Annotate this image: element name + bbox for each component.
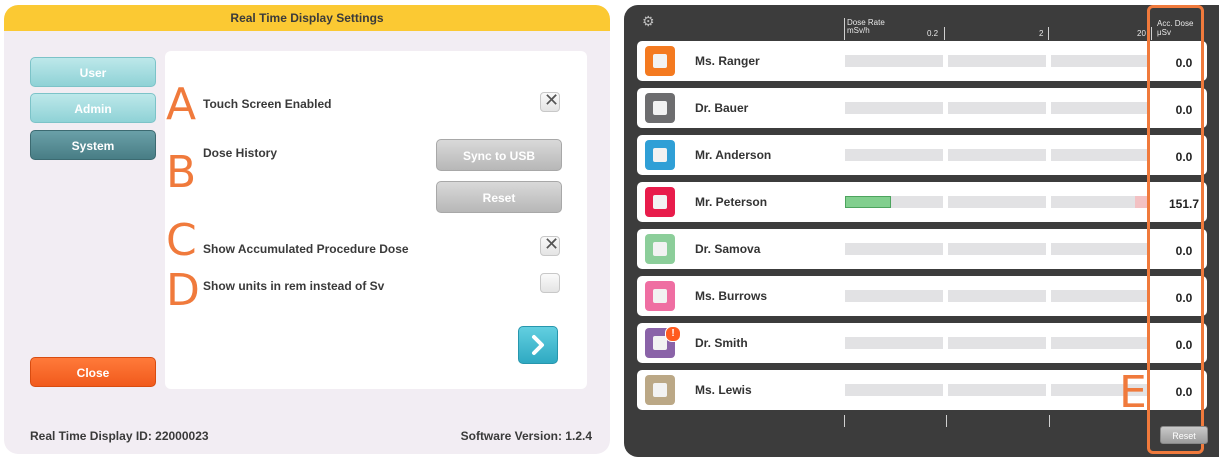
tick-label-20: 20 xyxy=(1137,29,1146,38)
person-color-swatch[interactable] xyxy=(645,93,675,123)
chevron-right-icon xyxy=(532,335,544,355)
alert-badge-icon: ! xyxy=(665,326,681,342)
touch-screen-checkbox[interactable]: ✕ xyxy=(540,90,560,112)
dose-rate-track xyxy=(948,102,1046,114)
dose-rate-bar xyxy=(845,196,891,208)
display-id-text: Real Time Display ID: 22000023 xyxy=(30,429,209,443)
person-color-swatch[interactable] xyxy=(645,375,675,405)
person-name: Mr. Peterson xyxy=(695,195,768,209)
person-row[interactable]: Dr. Samova 0.0 xyxy=(637,229,1207,269)
annotation-letter-e: E xyxy=(1119,367,1147,418)
person-color-swatch[interactable] xyxy=(645,140,675,170)
tick-label-2: 2 xyxy=(1039,29,1044,38)
close-button[interactable]: Close xyxy=(30,357,156,387)
person-color-swatch[interactable] xyxy=(645,281,675,311)
dose-rate-track xyxy=(1051,243,1149,255)
next-button[interactable] xyxy=(518,326,558,364)
person-row[interactable]: Dr. Bauer 0.0 xyxy=(637,88,1207,128)
person-row[interactable]: Mr. Peterson 151.7 xyxy=(637,182,1207,222)
dose-rate-track xyxy=(948,196,1046,208)
show-accumulated-checkbox[interactable]: ✕ xyxy=(540,234,560,256)
dose-rate-track xyxy=(948,149,1046,161)
dose-rate-track xyxy=(1051,290,1149,302)
gear-icon[interactable]: ⚙ xyxy=(642,14,655,28)
dose-rate-track xyxy=(845,384,943,396)
person-row[interactable]: Ms. Ranger 0.0 xyxy=(637,41,1207,81)
person-name: Ms. Ranger xyxy=(695,54,760,68)
dose-rate-track xyxy=(845,290,943,302)
dose-rate-track xyxy=(948,243,1046,255)
dose-history-label: Dose History xyxy=(203,146,278,160)
dose-rate-track xyxy=(948,55,1046,67)
acc-dose-highlight xyxy=(1147,5,1204,454)
sync-to-usb-button[interactable]: Sync to USB xyxy=(436,139,562,171)
reset-dose-button[interactable]: Reset xyxy=(1160,426,1208,444)
person-color-swatch[interactable] xyxy=(645,46,675,76)
person-row[interactable]: Ms. Burrows 0.0 xyxy=(637,276,1207,316)
dose-rate-track xyxy=(948,337,1046,349)
show-units-checkbox[interactable] xyxy=(540,273,560,293)
person-name: Mr. Anderson xyxy=(695,148,772,162)
person-row[interactable]: Mr. Anderson 0.0 xyxy=(637,135,1207,175)
software-version-text: Software Version: 1.2.4 xyxy=(460,429,592,443)
check-x-icon: ✕ xyxy=(544,234,560,254)
annotation-letter-d: D xyxy=(166,265,200,316)
settings-title: Real Time Display Settings xyxy=(4,5,610,31)
show-units-label: Show units in rem instead of Sv xyxy=(203,279,385,293)
settings-panel: Real Time Display Settings User Admin Sy… xyxy=(4,5,610,454)
dose-rate-track xyxy=(1051,55,1149,67)
dose-rate-unit: mSv/h xyxy=(847,26,870,35)
person-name: Dr. Smith xyxy=(695,336,748,350)
person-name: Dr. Samova xyxy=(695,242,761,256)
dose-rate-track xyxy=(845,243,943,255)
dose-rate-track xyxy=(1051,102,1149,114)
person-name: Ms. Burrows xyxy=(695,289,768,303)
dose-rate-track xyxy=(845,149,943,161)
tick-label-0-2: 0.2 xyxy=(927,29,939,38)
reset-history-button[interactable]: Reset xyxy=(436,181,562,213)
dose-rate-track xyxy=(948,290,1046,302)
person-color-swatch[interactable] xyxy=(645,234,675,264)
person-color-swatch[interactable]: ! xyxy=(645,326,681,358)
show-accumulated-label: Show Accumulated Procedure Dose xyxy=(203,242,409,256)
dose-rate-track xyxy=(1051,337,1149,349)
person-row[interactable]: ! Dr. Smith 0.0 xyxy=(637,323,1207,363)
dose-rate-track xyxy=(845,55,943,67)
check-x-icon: ✕ xyxy=(544,90,560,110)
person-name: Dr. Bauer xyxy=(695,101,749,115)
person-name: Ms. Lewis xyxy=(695,383,752,397)
person-color-swatch[interactable] xyxy=(645,187,675,217)
dose-rate-track xyxy=(845,337,943,349)
dose-rate-track xyxy=(948,384,1046,396)
touch-screen-label: Touch Screen Enabled xyxy=(203,97,332,111)
system-button[interactable]: System xyxy=(30,130,156,160)
annotation-letter-a: A xyxy=(166,79,197,130)
dose-rate-track xyxy=(845,102,943,114)
dose-monitor-panel: ⚙ Dose Rate mSv/h 0.2 2 20 Acc. Dose μSv… xyxy=(624,5,1219,457)
annotation-letter-c: C xyxy=(166,215,197,266)
dose-rate-track xyxy=(1051,149,1149,161)
annotation-letter-b: B xyxy=(166,147,197,198)
user-button[interactable]: User xyxy=(30,57,156,87)
admin-button[interactable]: Admin xyxy=(30,93,156,123)
